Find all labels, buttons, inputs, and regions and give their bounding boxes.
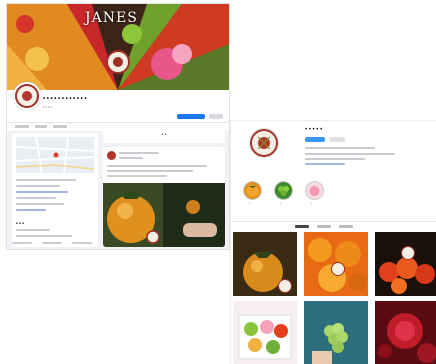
highlight-persimmon[interactable] [243,181,262,200]
facebook-page: JANES • • • • • • • • • • • • • • • • • … [6,3,230,250]
grid-post-fruit-box[interactable] [233,301,297,364]
post-author[interactable] [119,152,159,154]
profile-stats [305,147,375,149]
tab-posts[interactable] [15,125,29,128]
highlight-peach[interactable] [305,181,324,200]
info-line [16,203,64,205]
profile-username: • • • • • [305,127,323,133]
instagram-profile: • • • • • • • • [230,120,436,364]
more-button[interactable] [209,114,223,119]
follow-button[interactable] [177,114,205,119]
page-header: • • • • • • • • • • • • • • • • [7,82,229,122]
cover-title: JANES [85,10,138,26]
highlight-label: • [280,201,282,205]
page-avatar[interactable] [13,82,41,110]
profile-avatar[interactable] [250,129,278,157]
grid-post-persimmon[interactable] [233,232,297,296]
location-map[interactable] [16,137,94,173]
post-card [103,147,225,247]
grid-post-tomato[interactable] [375,232,436,296]
highlight-grape[interactable] [274,181,293,200]
post-time [119,157,143,159]
grid-post-grapes[interactable] [304,301,368,364]
tab-posts[interactable] [295,225,309,228]
phone-link[interactable] [16,209,46,211]
tab-photos[interactable] [53,125,67,128]
profile-link[interactable] [305,163,345,165]
website-link[interactable] [16,191,68,193]
page-subtitle: • • • • [43,104,52,109]
intro-panel: • • • [12,133,98,247]
page-name: • • • • • • • • • • • • [43,96,87,102]
page-footer [12,240,98,249]
info-line [16,235,72,237]
highlight-label: • [311,201,313,205]
intro-title: • • • [16,221,25,227]
grid-post-orange[interactable] [304,232,368,296]
persimmon-photo[interactable] [103,183,225,247]
brand-seal-icon [278,279,292,293]
post-text [107,175,167,177]
brand-seal-icon [401,246,415,260]
info-line [16,197,56,199]
profile-bio [305,153,395,155]
feed: • • [103,129,225,247]
follow-button[interactable] [305,137,325,142]
profile-tabs [231,221,436,230]
footer-link[interactable] [42,242,62,244]
create-post-label: • • [161,132,167,138]
cover-photo: JANES [7,4,229,90]
info-line [16,185,60,187]
post-text [107,165,207,167]
address-line [16,179,76,181]
message-button[interactable] [329,137,345,142]
footer-link[interactable] [72,242,92,244]
info-line [16,229,50,231]
grid-post-pomegranate[interactable] [375,301,436,364]
tab-about[interactable] [35,125,47,128]
create-post-button[interactable]: • • [103,129,225,143]
highlight-label: • [249,201,251,205]
tab-tagged[interactable] [339,225,353,228]
post-avatar[interactable] [107,151,116,160]
footer-link[interactable] [12,242,32,244]
brand-seal-icon [331,262,345,276]
profile-bio [305,158,365,160]
tab-reels[interactable] [317,225,331,228]
post-text [107,170,193,172]
